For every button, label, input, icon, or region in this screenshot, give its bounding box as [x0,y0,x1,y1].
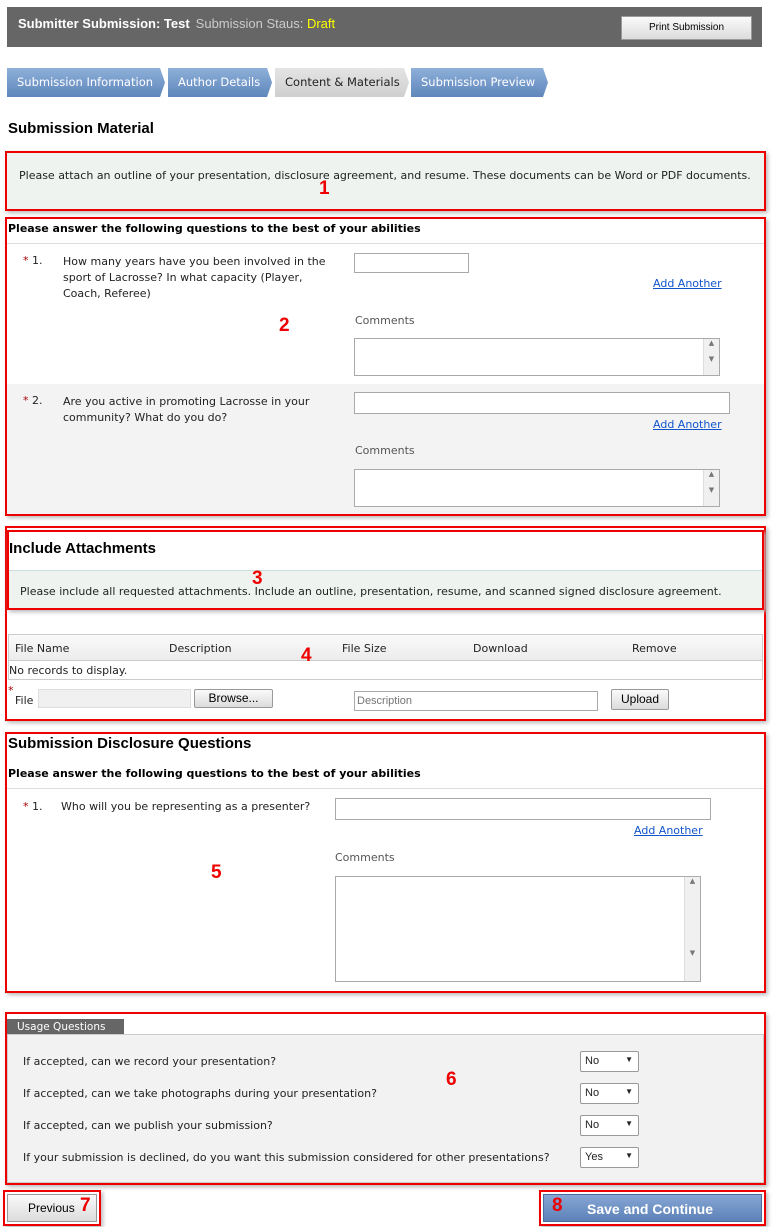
usage-select-publish[interactable]: No ▼ [580,1115,639,1136]
attachments-section: Include Attachments Please include all r… [5,526,766,721]
attachments-title: Include Attachments [9,540,156,557]
annotation-8: 8 [552,1195,563,1216]
table-header: File Name Description File Size Download… [9,635,762,661]
question-1-input[interactable] [354,253,469,273]
usage-section: Usage Questions If accepted, can we reco… [5,1012,766,1185]
annotation-6: 6 [446,1069,457,1090]
question-1: * 1. How many years have you been involv… [7,243,764,384]
usage-panel: If accepted, can we record your presenta… [7,1034,764,1183]
annotation-7: 7 [80,1195,91,1216]
save-box: Save and Continue [539,1190,766,1226]
tab-submission-preview[interactable]: Submission Preview [411,68,548,97]
tab-content-materials[interactable]: Content & Materials [275,68,409,97]
usage-select-record[interactable]: No ▼ [580,1051,639,1072]
disclosure-1-comments[interactable]: ▲ ▼ [335,876,701,982]
page-title: Submission Material [8,120,154,137]
file-input[interactable] [38,689,191,708]
header-title: Submitter Submission: Test Submission Sta… [18,16,336,31]
disclosure-1-input[interactable] [335,798,711,820]
question-2-input[interactable] [354,392,730,414]
question-1-comments[interactable]: ▲ ▼ [354,338,720,376]
scrollbar[interactable]: ▲ ▼ [684,877,700,981]
annotation-2: 2 [279,315,290,336]
scrollbar[interactable]: ▲ ▼ [703,470,719,506]
intro-box: Please attach an outline of your present… [5,151,766,211]
annotation-4: 4 [301,645,312,666]
add-another-link[interactable]: Add Another [653,418,722,431]
question-2-comments[interactable]: ▲ ▼ [354,469,720,507]
usage-tab[interactable]: Usage Questions [7,1019,124,1035]
tab-submission-information[interactable]: Submission Information [7,68,165,97]
save-and-continue-button[interactable]: Save and Continue [543,1194,762,1222]
annotation-5: 5 [211,862,222,883]
tab-author-details[interactable]: Author Details [168,68,272,97]
attachments-header-box: Include Attachments Please include all r… [7,530,764,610]
add-another-link[interactable]: Add Another [653,277,722,290]
question-2: * 2. Are you active in promoting Lacross… [7,384,764,514]
scrollbar[interactable]: ▲ ▼ [703,339,719,375]
upload-button[interactable]: Upload [611,689,669,710]
questions-header: Please answer the following questions to… [8,222,421,235]
description-input[interactable] [354,691,598,711]
disclosure-section: Submission Disclosure Questions Please a… [5,732,766,993]
header-bar: Submitter Submission: Test Submission Sta… [7,7,762,47]
add-another-link[interactable]: Add Another [634,824,703,837]
usage-select-other-presentations[interactable]: Yes ▼ [580,1147,639,1168]
usage-select-photographs[interactable]: No ▼ [580,1083,639,1104]
disclosure-title: Submission Disclosure Questions [8,735,252,752]
status-value: Draft [306,16,336,31]
print-submission-button[interactable]: Print Submission [621,16,752,40]
table-empty-row: No records to display. [9,664,128,677]
attachments-table: File Name Description File Size Download… [8,634,763,680]
annotation-3: 3 [252,568,263,589]
annotation-1: 1 [319,178,330,199]
questions-section: Please answer the following questions to… [5,217,766,516]
browse-button[interactable]: Browse... [194,689,273,708]
